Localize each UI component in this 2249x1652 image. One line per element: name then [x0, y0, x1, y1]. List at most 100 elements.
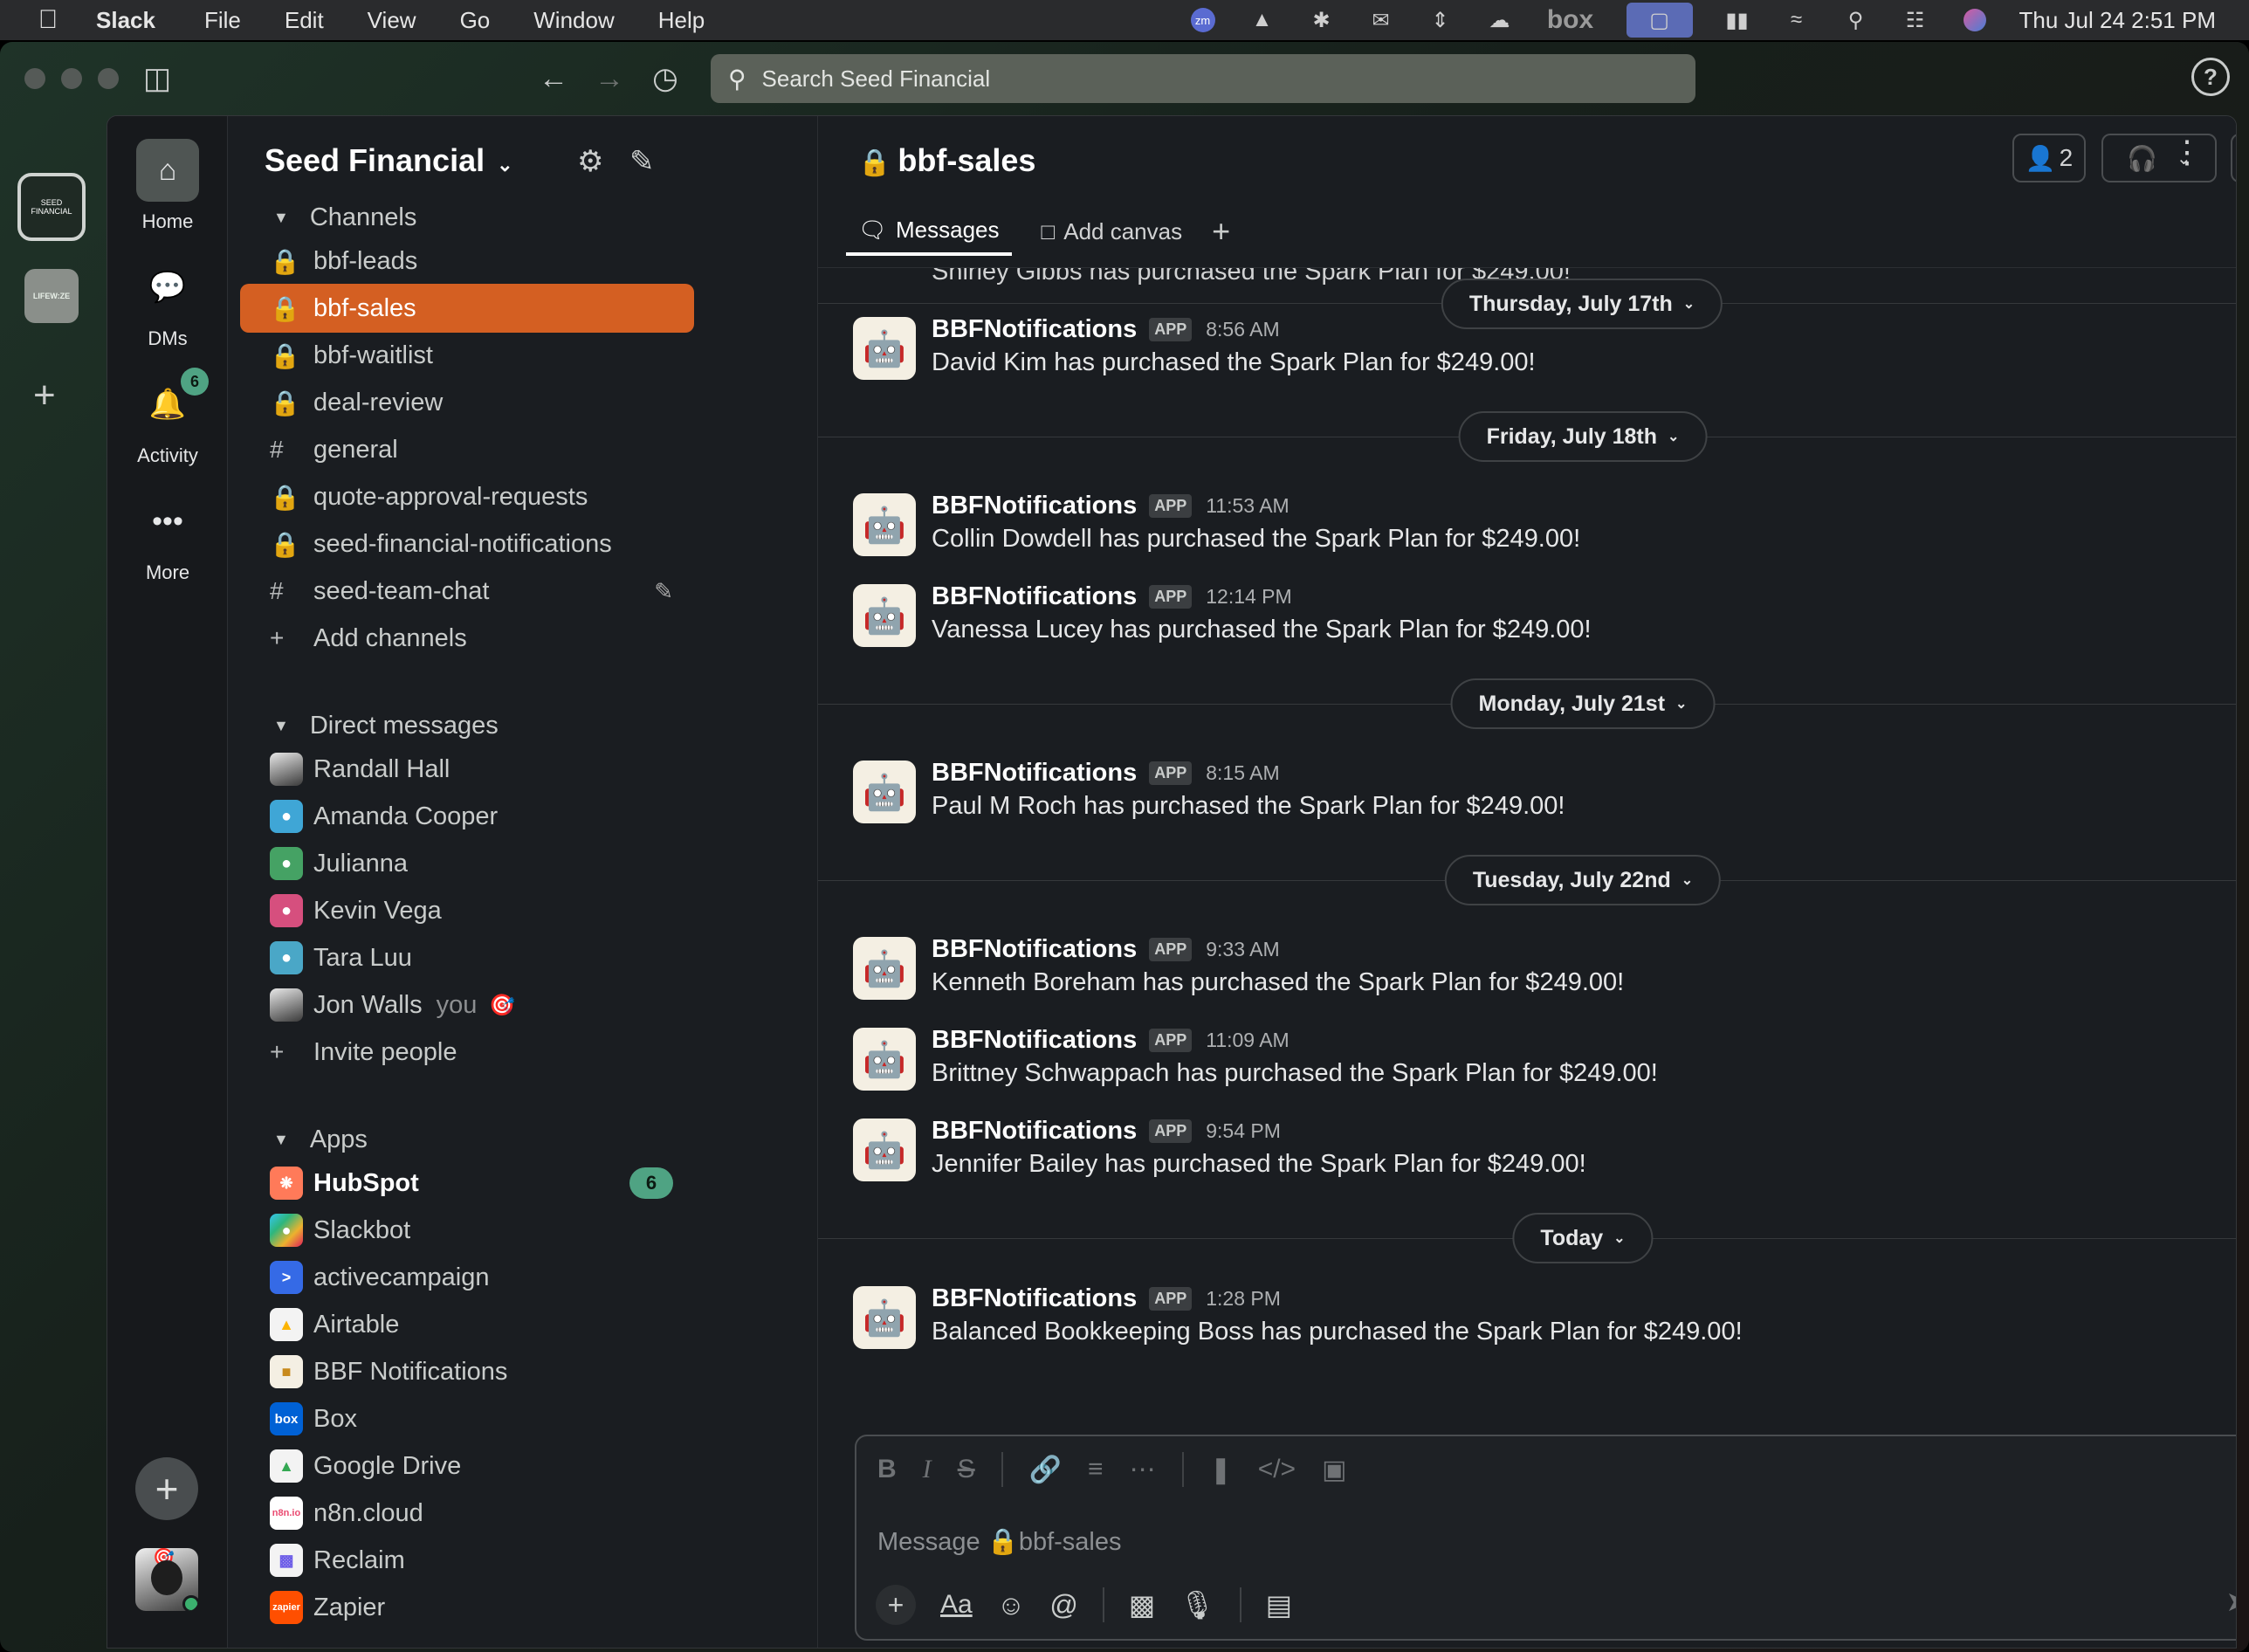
- dm-julianna[interactable]: ● Julianna: [240, 839, 694, 888]
- timestamp[interactable]: 1:28 PM: [1206, 1287, 1281, 1311]
- app-bbf-notifications[interactable]: ■ BBF Notifications: [240, 1347, 694, 1396]
- bbf-bot-avatar[interactable]: 🤖: [853, 937, 916, 1000]
- workspace-seed-financial[interactable]: SEED FINANCIAL: [17, 173, 86, 241]
- channel-seed-team-chat[interactable]: # seed-team-chat ✎: [240, 567, 694, 616]
- menu-edit[interactable]: Edit: [285, 7, 324, 34]
- text-format-icon[interactable]: Aa: [940, 1590, 973, 1620]
- message-composer[interactable]: B I S 🔗 ≡ ⋯ ❚ </> ▣ Message 🔒bbf-sales +…: [855, 1435, 2236, 1641]
- dm-tara-luu[interactable]: ● Tara Luu: [240, 933, 694, 982]
- forward-arrow-icon[interactable]: →: [588, 58, 630, 100]
- timestamp[interactable]: 11:53 AM: [1206, 494, 1289, 518]
- app-reclaim[interactable]: ▩ Reclaim: [240, 1536, 694, 1585]
- nav-more[interactable]: ••• More: [107, 490, 228, 584]
- channel-general[interactable]: # general: [240, 425, 694, 474]
- channel-deal-review[interactable]: 🔒 deal-review: [240, 378, 694, 427]
- message-item[interactable]: 🤖 BBFNotifications APP 8:15 AM Paul M Roch…: [853, 754, 2215, 837]
- battery-icon[interactable]: ▮▮: [1723, 8, 1752, 32]
- zoom-window-button[interactable]: [98, 68, 119, 89]
- timestamp[interactable]: 9:54 PM: [1206, 1119, 1281, 1143]
- clock[interactable]: Thu Jul 24 2:51 PM: [2019, 7, 2216, 34]
- date-pill-jul-18[interactable]: Friday, July 18th ⌄: [1458, 411, 1708, 462]
- send-icon[interactable]: ➤: [2225, 1585, 2236, 1618]
- message-item[interactable]: 🤖 BBFNotifications APP 11:09 AM Brittney S…: [853, 1021, 2215, 1105]
- add-tab-plus-icon[interactable]: +: [1212, 213, 1230, 250]
- sender-name[interactable]: BBFNotifications: [932, 1026, 1137, 1055]
- numbered-list-icon[interactable]: ≡: [1088, 1455, 1104, 1484]
- bulleted-list-icon[interactable]: ⋯: [1130, 1455, 1156, 1485]
- search-icon[interactable]: ⚲: [1841, 8, 1871, 32]
- box-icon[interactable]: box: [1544, 5, 1597, 34]
- sender-name[interactable]: BBFNotifications: [932, 759, 1137, 788]
- pencil-icon[interactable]: ✎: [654, 578, 673, 605]
- message-item[interactable]: 🤖 BBFNotifications APP 1:28 PM Balanced Bo…: [853, 1279, 2215, 1359]
- app-slackbot[interactable]: ● Slackbot: [240, 1206, 694, 1255]
- italic-icon[interactable]: I: [923, 1455, 932, 1484]
- bbf-bot-avatar[interactable]: 🤖: [853, 761, 916, 823]
- channel-quote-approval-requests[interactable]: 🔒 quote-approval-requests: [240, 472, 694, 521]
- slash-command-icon[interactable]: ▤: [1266, 1588, 1292, 1621]
- message-item[interactable]: 🤖 BBFNotifications APP 8:56 AM David Kim h…: [853, 310, 2215, 394]
- nav-activity[interactable]: 🔔 6 Activity: [107, 368, 228, 467]
- control-center-icon[interactable]: ☷: [1901, 8, 1930, 32]
- app-box[interactable]: box Box: [240, 1394, 694, 1443]
- nav-home[interactable]: ⌂ Home: [107, 139, 228, 233]
- creative-cloud-icon[interactable]: ☁: [1485, 8, 1515, 32]
- channel-bbf-waitlist[interactable]: 🔒 bbf-waitlist: [240, 331, 694, 380]
- app-activecampaign[interactable]: > activecampaign: [240, 1253, 694, 1302]
- dm-amanda-cooper[interactable]: ● Amanda Cooper: [240, 792, 694, 841]
- link-icon[interactable]: 🔗: [1029, 1455, 1062, 1485]
- timestamp[interactable]: 11:09 AM: [1206, 1029, 1289, 1052]
- channels-section-header[interactable]: ▼ Channels: [273, 203, 416, 232]
- sender-name[interactable]: BBFNotifications: [932, 492, 1137, 520]
- dm-kevin-vega[interactable]: ● Kevin Vega: [240, 886, 694, 935]
- video-icon[interactable]: ▩: [1129, 1588, 1155, 1621]
- apple-menu-icon[interactable]: : [0, 5, 96, 35]
- zoom-icon[interactable]: zm: [1188, 8, 1218, 32]
- channel-title[interactable]: 🔒 bbf-sales: [858, 142, 1035, 179]
- menu-app-slack[interactable]: Slack: [96, 7, 155, 34]
- channel-bbf-leads[interactable]: 🔒 bbf-leads: [240, 237, 694, 286]
- message-item[interactable]: 🤖 BBFNotifications APP 9:33 AM Kenneth Bor…: [853, 930, 2215, 1014]
- date-pill-today[interactable]: Today ⌄: [1512, 1213, 1654, 1263]
- bold-icon[interactable]: B: [877, 1455, 897, 1484]
- create-new-button[interactable]: +: [135, 1457, 198, 1520]
- apps-section-header[interactable]: ▼ Apps: [273, 1125, 368, 1154]
- tab-add-canvas[interactable]: □ Add canvas: [1029, 207, 1195, 256]
- timestamp[interactable]: 8:15 AM: [1206, 761, 1279, 785]
- sender-name[interactable]: BBFNotifications: [932, 1284, 1137, 1313]
- sidebar-toggle-icon[interactable]: ◫: [136, 58, 178, 100]
- help-icon[interactable]: ?: [2191, 58, 2230, 96]
- more-options-icon[interactable]: ⋮: [2171, 134, 2203, 170]
- bbf-bot-avatar[interactable]: 🤖: [853, 584, 916, 647]
- timestamp[interactable]: 12:14 PM: [1206, 585, 1291, 609]
- add-workspace-icon[interactable]: +: [33, 374, 56, 417]
- invite-people[interactable]: + Invite people: [240, 1028, 694, 1077]
- bbf-bot-avatar[interactable]: 🤖: [853, 1286, 916, 1349]
- mention-icon[interactable]: @: [1049, 1589, 1077, 1621]
- code-block-icon[interactable]: ▣: [1322, 1455, 1346, 1485]
- siri-icon[interactable]: [1960, 8, 1990, 32]
- screen-mirror-icon[interactable]: ▢: [1626, 3, 1693, 38]
- menu-help[interactable]: Help: [658, 7, 705, 34]
- minimize-window-button[interactable]: [61, 68, 82, 89]
- sender-name[interactable]: BBFNotifications: [932, 315, 1137, 344]
- menu-go[interactable]: Go: [460, 7, 491, 34]
- app-airtable[interactable]: ▲ Airtable: [240, 1300, 694, 1349]
- nav-dms[interactable]: 💬 DMs: [107, 256, 228, 350]
- message-item[interactable]: 🤖 BBFNotifications APP 11:53 AM Collin Dow…: [853, 486, 2215, 570]
- code-icon[interactable]: </>: [1258, 1455, 1296, 1484]
- channel-bbf-sales[interactable]: 🔒 bbf-sales: [240, 284, 694, 333]
- app-google-drive[interactable]: ▲ Google Drive: [240, 1442, 694, 1490]
- message-input[interactable]: Message 🔒bbf-sales: [877, 1527, 1122, 1557]
- message-item[interactable]: 🤖 BBFNotifications APP 12:14 PM Vanessa Lu…: [853, 577, 2215, 661]
- close-window-button[interactable]: [24, 68, 45, 89]
- mail-icon[interactable]: ✉: [1366, 8, 1396, 32]
- menu-window[interactable]: Window: [533, 7, 614, 34]
- timestamp[interactable]: 8:56 AM: [1206, 318, 1279, 341]
- workspace-name-button[interactable]: Seed Financial ⌄: [265, 142, 513, 179]
- strikethrough-icon[interactable]: S: [958, 1455, 975, 1484]
- search-bar[interactable]: ⚲ Search Seed Financial: [711, 54, 1695, 103]
- history-icon[interactable]: ◷: [644, 58, 686, 100]
- message-item[interactable]: 🤖 BBFNotifications APP 9:54 PM Jennifer Ba…: [853, 1112, 2215, 1195]
- microphone-icon[interactable]: 🎙: [1180, 1588, 1215, 1621]
